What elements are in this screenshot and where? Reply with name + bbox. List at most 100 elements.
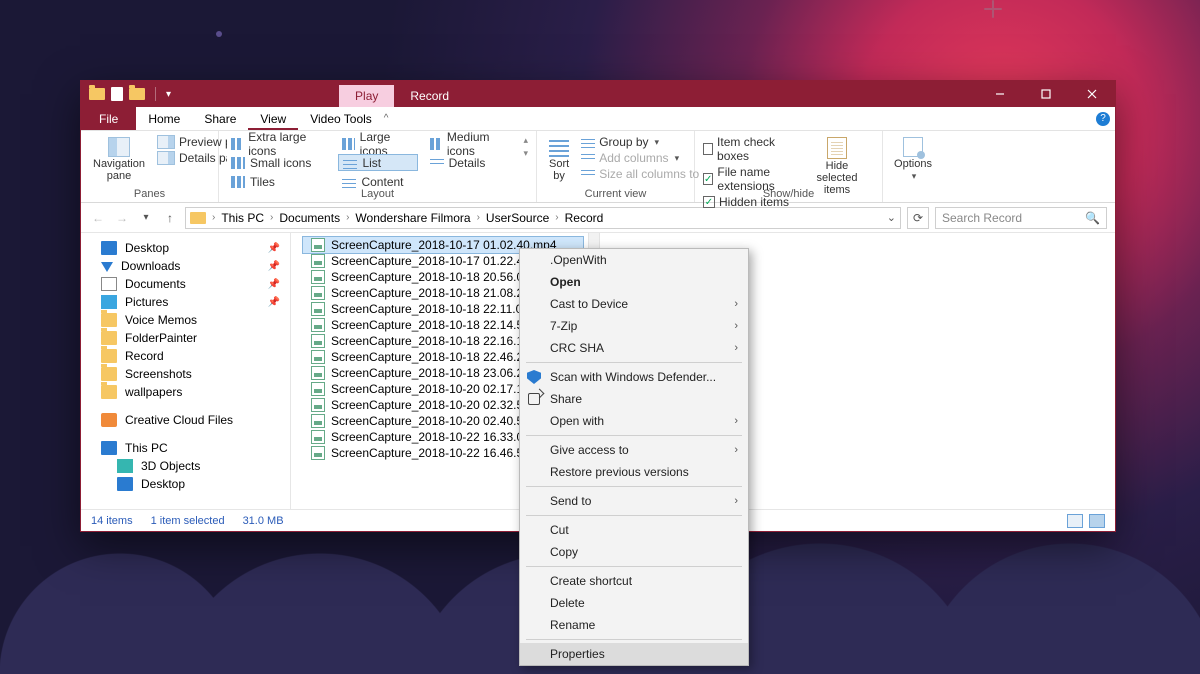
help-icon: ?	[1096, 112, 1110, 126]
chevron-right-icon[interactable]: ›	[346, 212, 349, 223]
sidebar-item[interactable]: Desktop📌	[81, 239, 290, 257]
chevron-right-icon[interactable]: ›	[212, 212, 215, 223]
context-menu-item[interactable]: Send to›	[520, 490, 748, 512]
window-controls	[977, 81, 1115, 107]
titlebar[interactable]: ▾ Play Record	[81, 81, 1115, 107]
nav-forward-button[interactable]: →	[113, 209, 131, 227]
menu-share[interactable]: Share	[192, 107, 248, 130]
navigation-pane-label: Navigation pane	[93, 158, 145, 182]
add-columns-button[interactable]: Add columns▾	[581, 151, 712, 165]
nav-history-button[interactable]: ▾	[137, 209, 155, 227]
sidebar-item-label: 3D Objects	[141, 459, 280, 473]
sidebar-item[interactable]: Voice Memos	[81, 311, 290, 329]
help-button[interactable]: ?	[1091, 107, 1115, 130]
sidebar-item[interactable]: wallpapers	[81, 383, 290, 401]
tab-play[interactable]: Play	[339, 85, 394, 107]
sidebar-item[interactable]: Record	[81, 347, 290, 365]
context-menu-item[interactable]: Give access to›	[520, 439, 748, 461]
options-button[interactable]: Options ▾	[890, 135, 936, 184]
layout-large[interactable]: Large icons	[338, 135, 417, 152]
context-menu-item[interactable]: .OpenWith	[520, 249, 748, 271]
maximize-button[interactable]	[1023, 81, 1069, 107]
layout-content[interactable]: Content	[338, 173, 417, 190]
layout-small[interactable]: Small icons	[227, 154, 330, 171]
group-by-button[interactable]: Group by▾	[581, 135, 712, 149]
context-menu-item[interactable]: Delete	[520, 592, 748, 614]
document-icon[interactable]	[111, 87, 123, 101]
chevron-right-icon[interactable]: ›	[270, 212, 273, 223]
layout-details[interactable]: Details	[426, 154, 516, 171]
navigation-pane-button[interactable]: Navigation pane	[89, 135, 149, 184]
nav-up-button[interactable]: ↑	[161, 209, 179, 227]
context-menu-item[interactable]: Rename	[520, 614, 748, 636]
size-columns-button[interactable]: Size all columns to fit	[581, 167, 712, 181]
desktop-icon	[117, 477, 133, 491]
breadcrumb-segment[interactable]: Documents	[275, 211, 344, 225]
context-menu-item[interactable]: Share	[520, 388, 748, 410]
layout-medium[interactable]: Medium icons	[426, 135, 516, 152]
tab-record[interactable]: Record	[394, 85, 465, 107]
context-menu-item[interactable]: Create shortcut	[520, 570, 748, 592]
context-menu-item[interactable]: Copy	[520, 541, 748, 563]
context-menu-item[interactable]: Open	[520, 271, 748, 293]
address-dropdown[interactable]: ⌄	[887, 211, 896, 224]
layout-scroll-up[interactable]: ▴	[523, 135, 528, 146]
sidebar-item[interactable]: Documents📌	[81, 275, 290, 293]
sidebar-item[interactable]: Creative Cloud Files	[81, 411, 290, 429]
nav-back-button[interactable]: ←	[89, 209, 107, 227]
context-menu-item[interactable]: CRC SHA›	[520, 337, 748, 359]
breadcrumb-segment[interactable]: Wondershare Filmora	[351, 211, 474, 225]
breadcrumb-segment[interactable]: UserSource	[482, 211, 553, 225]
menu-file[interactable]: File	[81, 107, 136, 130]
menu-video-tools[interactable]: Video Tools	[298, 107, 384, 130]
context-menu-item[interactable]: Cast to Device›	[520, 293, 748, 315]
qat-overflow[interactable]: ▾	[166, 89, 171, 100]
sidebar-item-label: Desktop	[141, 477, 280, 491]
context-menu-item[interactable]: 7-Zip›	[520, 315, 748, 337]
breadcrumb-segment[interactable]: Record	[561, 211, 608, 225]
toggle-file-extensions[interactable]: ✓File name extensions	[703, 165, 792, 193]
close-button[interactable]	[1069, 81, 1115, 107]
layout-list[interactable]: List	[338, 154, 417, 171]
sidebar-item[interactable]: 3D Objects	[81, 457, 290, 475]
folder-icon	[101, 349, 117, 363]
share-icon	[526, 391, 542, 407]
checkbox-icon: ✓	[703, 173, 713, 185]
context-menu-item[interactable]: Restore previous versions	[520, 461, 748, 483]
context-menu-item[interactable]: Cut	[520, 519, 748, 541]
address-bar[interactable]: › This PC › Documents › Wondershare Film…	[185, 207, 901, 229]
sort-by-button[interactable]: Sort by	[545, 135, 573, 184]
view-details-button[interactable]	[1067, 514, 1083, 528]
sidebar-item[interactable]: This PC	[81, 439, 290, 457]
chevron-right-icon: ›	[734, 342, 738, 354]
chevron-right-icon[interactable]: ›	[555, 212, 558, 223]
toggle-item-checkboxes[interactable]: Item check boxes	[703, 135, 792, 163]
menu-home[interactable]: Home	[136, 107, 192, 130]
hide-selected-button[interactable]: Hide selected items	[800, 135, 874, 198]
chevron-right-icon[interactable]: ›	[477, 212, 480, 223]
layout-tiles[interactable]: Tiles	[227, 173, 330, 190]
sidebar-item[interactable]: Downloads📌	[81, 257, 290, 275]
minimize-button[interactable]	[977, 81, 1023, 107]
layout-scroll-down[interactable]: ▾	[523, 148, 528, 159]
context-menu-item[interactable]: Properties	[520, 643, 748, 665]
sidebar-item[interactable]: FolderPainter	[81, 329, 290, 347]
view-thumbnails-button[interactable]	[1089, 514, 1105, 528]
pic-icon	[101, 295, 117, 309]
refresh-button[interactable]: ⟳	[907, 207, 929, 229]
folder-icon[interactable]	[89, 88, 105, 100]
context-menu-item[interactable]: Scan with Windows Defender...	[520, 366, 748, 388]
sidebar-item[interactable]: Screenshots	[81, 365, 290, 383]
sidebar-item[interactable]: Pictures📌	[81, 293, 290, 311]
folder-icon[interactable]	[129, 88, 145, 100]
context-menu-item[interactable]: Open with›	[520, 410, 748, 432]
menu-view[interactable]: View	[248, 107, 298, 130]
sidebar-item-label: FolderPainter	[125, 331, 280, 345]
navigation-tree[interactable]: Desktop📌Downloads📌Documents📌Pictures📌Voi…	[81, 233, 291, 509]
sidebar-item[interactable]: Desktop	[81, 475, 290, 493]
layout-extra-large[interactable]: Extra large icons	[227, 135, 330, 152]
collapse-ribbon-button[interactable]: ^	[384, 113, 389, 124]
breadcrumb-segment[interactable]: This PC	[217, 211, 268, 225]
toggle-hidden-items[interactable]: ✓Hidden items	[703, 195, 792, 209]
search-input[interactable]: Search Record 🔍	[935, 207, 1107, 229]
